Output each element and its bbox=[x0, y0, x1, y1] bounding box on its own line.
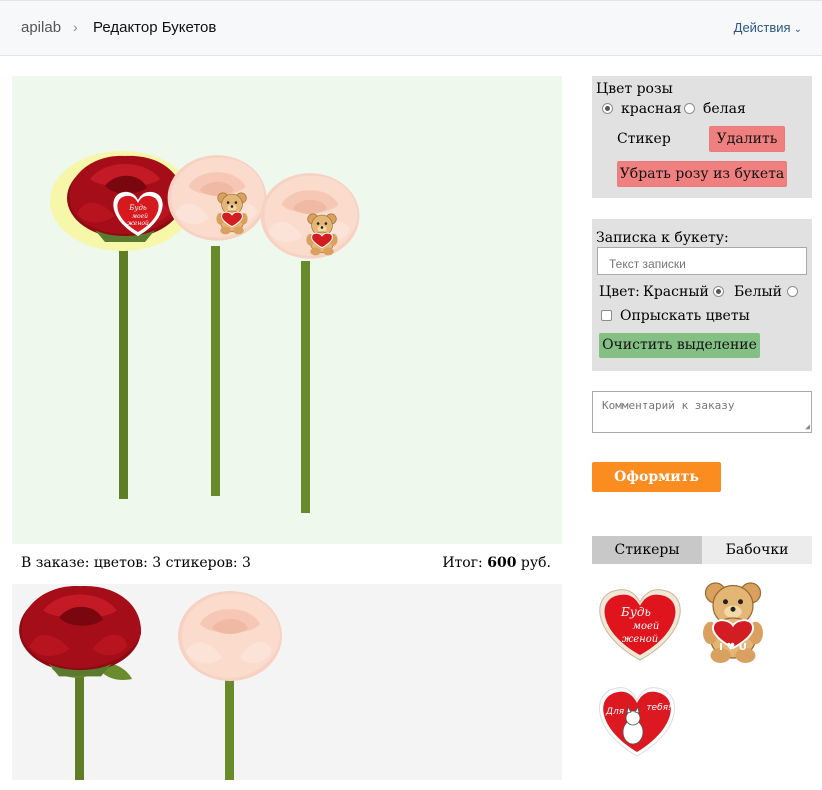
rose-color-red-label[interactable]: красная bbox=[621, 101, 681, 117]
svg-text:тебя!: тебя! bbox=[646, 703, 671, 713]
bouquet-svg: Будь моей женой bbox=[50, 151, 360, 513]
svg-text:женой: женой bbox=[127, 220, 149, 227]
note-color-white-label[interactable]: Белый bbox=[734, 284, 782, 300]
note-panel: Записка к букету: Цвет: Красный Белый Оп… bbox=[592, 219, 812, 371]
place-order-button[interactable]: Оформить заказ bbox=[592, 462, 721, 515]
delete-sticker-button[interactable]: Удалить bbox=[709, 126, 785, 152]
total-label: Итог: bbox=[442, 555, 483, 571]
stem bbox=[211, 246, 220, 496]
for-you-cat-icon: Для тебя! bbox=[599, 687, 675, 757]
palette-red-rose[interactable] bbox=[19, 585, 142, 677]
rose-color-label: Цвет розы bbox=[596, 81, 673, 97]
bouquet-canvas[interactable]: Будь моей женой bbox=[12, 76, 562, 544]
svg-text:моей: моей bbox=[633, 621, 660, 632]
stem bbox=[119, 241, 128, 499]
sticker-label: Стикер bbox=[617, 131, 671, 147]
chevron-down-icon: ⌄ bbox=[793, 24, 802, 35]
breadcrumb-separator-icon: › bbox=[73, 19, 78, 35]
sticker-for-you-cat[interactable]: Для тебя! bbox=[592, 682, 682, 758]
page-title: Редактор Букетов bbox=[93, 19, 217, 36]
sticker-bear[interactable]: I ♥ U bbox=[690, 574, 776, 666]
tab-butterflies[interactable]: Бабочки bbox=[702, 536, 812, 564]
resize-grip-icon[interactable]: ◢ bbox=[805, 422, 810, 431]
svg-text:моей: моей bbox=[132, 213, 148, 220]
stem bbox=[301, 261, 310, 513]
note-label: Записка к букету: bbox=[596, 230, 729, 246]
svg-text:Для: Для bbox=[605, 707, 625, 717]
actions-label: Действия bbox=[733, 20, 791, 35]
note-text-input[interactable] bbox=[597, 247, 807, 275]
clear-selection-button[interactable]: Очистить выделение bbox=[599, 333, 760, 358]
summary-total: Итог: 600 руб. bbox=[442, 555, 551, 571]
bear-icon: I ♥ U bbox=[702, 582, 764, 664]
rose-color-white-radio[interactable] bbox=[684, 103, 695, 114]
top-bar: apilab › Редактор Букетов Действия ⌄ bbox=[0, 0, 822, 56]
breadcrumb-app[interactable]: apilab bbox=[21, 19, 61, 36]
heart-marry-icon: Будь моей женой bbox=[599, 589, 681, 661]
note-color-red-label[interactable]: Красный bbox=[643, 284, 709, 300]
sticker-heart-marry[interactable]: Будь моей женой bbox=[592, 584, 688, 664]
remove-rose-button[interactable]: Убрать розу из букета bbox=[617, 161, 787, 187]
palette-white-rose[interactable] bbox=[178, 591, 282, 681]
svg-text:I ♥ U: I ♥ U bbox=[719, 642, 747, 653]
order-summary: В заказе: цветов: 3 стикеров: 3 Итог: 60… bbox=[12, 555, 562, 575]
palette-svg bbox=[19, 585, 282, 780]
sticker-heart-text: Будь bbox=[620, 605, 651, 619]
spray-checkbox[interactable] bbox=[601, 310, 612, 321]
total-value: 600 bbox=[487, 555, 517, 571]
rose-color-white-label[interactable]: белая bbox=[703, 101, 746, 117]
summary-counts: В заказе: цветов: 3 стикеров: 3 bbox=[21, 555, 251, 571]
rose-color-red-radio[interactable] bbox=[602, 103, 613, 114]
flower-palette bbox=[12, 584, 562, 780]
note-color-label: Цвет: bbox=[599, 284, 640, 300]
tab-stickers[interactable]: Стикеры bbox=[592, 536, 702, 564]
order-comment-textarea[interactable]: Комментарий к заказу ◢ bbox=[592, 391, 812, 433]
rose-white-1[interactable] bbox=[167, 155, 267, 241]
currency: руб. bbox=[520, 555, 551, 571]
note-color-white-radio[interactable] bbox=[787, 286, 798, 297]
actions-menu[interactable]: Действия ⌄ bbox=[734, 20, 802, 35]
spray-label[interactable]: Опрыскать цветы bbox=[620, 308, 750, 324]
svg-text:Будь: Будь bbox=[128, 204, 147, 212]
note-color-red-radio[interactable] bbox=[713, 286, 724, 297]
comment-placeholder: Комментарий к заказу bbox=[602, 399, 735, 412]
svg-text:женой: женой bbox=[622, 634, 658, 645]
rose-settings-panel: Цвет розы красная белая Стикер Удалить У… bbox=[592, 76, 812, 198]
